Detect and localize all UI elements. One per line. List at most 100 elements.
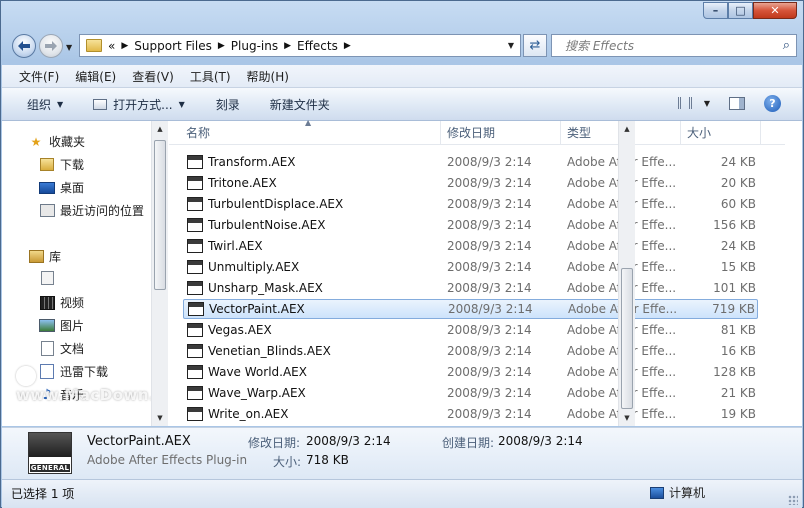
column-date[interactable]: 修改日期 <box>441 121 561 144</box>
aex-file-icon <box>187 344 203 358</box>
nav-videos[interactable]: 视频 <box>39 294 84 311</box>
nav-downloads[interactable]: 下载 <box>39 156 84 173</box>
file-row[interactable]: TurbulentDisplace.AEX 2008/9/3 2:14 Adobe … <box>183 194 758 214</box>
open-with-button[interactable]: 打开方式... ▼ <box>93 96 185 113</box>
nav-pictures[interactable]: 图片 <box>39 317 84 334</box>
file-name: VectorPaint.AEX <box>209 302 305 316</box>
file-date: 2008/9/3 2:14 <box>447 260 532 274</box>
file-name: Tritone.AEX <box>208 176 277 190</box>
chevron-right-icon[interactable]: ▶ <box>121 41 128 51</box>
scroll-up-arrow[interactable]: ▲ <box>619 121 635 137</box>
back-button[interactable] <box>12 34 36 58</box>
scrollbar-thumb[interactable] <box>621 268 633 409</box>
file-row[interactable]: Tritone.AEX2008/9/3 2:14Adobe After Effe… <box>183 173 758 193</box>
nav-libraries[interactable]: 库 <box>28 248 61 265</box>
file-size: 81 KB <box>720 323 756 337</box>
detail-size-value: 718 KB <box>306 453 349 467</box>
file-row[interactable]: Vegas.AEX2008/9/3 2:14Adobe After Effe..… <box>183 320 758 340</box>
nav-generic-item[interactable] <box>39 271 60 285</box>
new-folder-button[interactable]: 新建文件夹 <box>270 96 330 113</box>
resize-grip[interactable] <box>788 495 798 505</box>
file-size: 101 KB <box>713 281 756 295</box>
organize-button[interactable]: 组织 ▼ <box>27 96 63 113</box>
menu-file[interactable]: 文件(F) <box>2 68 67 85</box>
file-row[interactable]: Unmultiply.AEX2008/9/3 2:14Adobe After E… <box>183 257 758 277</box>
chevron-down-icon: ▼ <box>703 98 710 108</box>
file-row[interactable]: Wave World.AEX2008/9/3 2:14Adobe After E… <box>183 362 758 382</box>
open-with-label: 打开方式... <box>113 97 173 112</box>
chevron-right-icon[interactable]: ▶ <box>284 41 291 51</box>
chevron-right-icon[interactable]: ▶ <box>218 41 225 51</box>
maximize-button[interactable]: □ <box>728 2 753 19</box>
content-area: ★ 收藏夹 下载 桌面 最近访问的位置 库 视频 图片 文档 迅雷下载 ♪ 音乐… <box>2 118 802 426</box>
breadcrumb-item[interactable]: Plug-ins <box>231 39 278 53</box>
thunder-download-icon <box>39 364 55 379</box>
menu-edit[interactable]: 编辑(E) <box>67 68 124 85</box>
address-bar[interactable]: « ▶ Support Files ▶ Plug-ins ▶ Effects ▶… <box>79 34 521 57</box>
column-label: 大小 <box>687 126 712 140</box>
nav-label: 文档 <box>60 342 85 356</box>
nav-label: 最近访问的位置 <box>60 204 145 218</box>
menu-help[interactable]: 帮助(H) <box>239 68 297 85</box>
file-size: 60 KB <box>720 197 756 211</box>
search-input[interactable] <box>563 37 767 54</box>
file-row[interactable]: Wave_Warp.AEX2008/9/3 2:14Adobe After Ef… <box>183 383 758 403</box>
chevron-right-icon[interactable]: ▶ <box>344 41 351 51</box>
file-date: 2008/9/3 2:14 <box>447 365 532 379</box>
scroll-up-arrow[interactable]: ▲ <box>152 121 168 137</box>
address-dropdown[interactable]: ▼ <box>502 35 520 56</box>
refresh-button[interactable]: ⇄ <box>523 34 547 57</box>
file-date: 2008/9/3 2:14 <box>447 176 532 190</box>
detail-created-value: 2008/9/3 2:14 <box>498 434 583 448</box>
scroll-down-arrow[interactable]: ▼ <box>152 410 168 426</box>
chevron-down-icon: ▼ <box>178 99 185 109</box>
breadcrumb-item[interactable]: Effects <box>297 39 338 53</box>
column-name[interactable]: ▲ 名称 <box>169 118 441 144</box>
help-button[interactable]: ? <box>764 95 781 112</box>
star-icon: ★ <box>30 134 42 149</box>
search-box[interactable]: ⌕ <box>551 34 797 57</box>
navigation-scrollbar[interactable]: ▲ ▼ <box>151 121 168 426</box>
close-button[interactable]: ✕ <box>753 2 797 19</box>
breadcrumb-item[interactable]: Support Files <box>134 39 212 53</box>
search-icon[interactable]: ⌕ <box>783 38 790 53</box>
nav-thunder-downloads[interactable]: 迅雷下载 <box>39 363 108 380</box>
file-row[interactable]: VectorPaint.AEX2008/9/3 2:14Adobe After … <box>183 299 758 319</box>
nav-desktop[interactable]: 桌面 <box>39 179 84 196</box>
file-size: 24 KB <box>720 239 756 253</box>
scroll-down-arrow[interactable]: ▼ <box>619 410 635 426</box>
caption-buttons: – □ ✕ <box>703 2 797 19</box>
file-row[interactable]: Transform.AEX2008/9/3 2:14Adobe After Ef… <box>183 152 758 172</box>
command-bar: 组织 ▼ 打开方式... ▼ 刻录 新建文件夹 ▼ ? <box>2 88 802 121</box>
column-size[interactable]: 大小 <box>681 121 761 144</box>
nav-label: 图片 <box>60 319 85 333</box>
nav-documents[interactable]: 文档 <box>39 340 84 357</box>
file-row[interactable]: Unsharp_Mask.AEX2008/9/3 2:14Adobe After… <box>183 278 758 298</box>
detail-modified-value: 2008/9/3 2:14 <box>306 434 391 448</box>
minimize-button[interactable]: – <box>703 2 728 19</box>
menu-view[interactable]: 查看(V) <box>124 68 182 85</box>
breadcrumb-overflow[interactable]: « <box>108 39 115 53</box>
recent-pages-dropdown[interactable]: ▼ <box>66 43 72 52</box>
status-location-label: 计算机 <box>669 486 706 500</box>
nav-label: 音乐 <box>60 388 85 402</box>
nav-favorites[interactable]: ★ 收藏夹 <box>28 133 85 150</box>
burn-button[interactable]: 刻录 <box>216 96 240 113</box>
file-row[interactable]: Twirl.AEX2008/9/3 2:14Adobe After Effe..… <box>183 236 758 256</box>
change-view-button[interactable]: ▼ <box>677 97 710 109</box>
file-list-scrollbar[interactable]: ▲ ▼ <box>618 121 635 426</box>
nav-music[interactable]: ♪ 音乐 <box>39 386 84 403</box>
refresh-icon: ⇄ <box>529 38 541 53</box>
nav-recent-places[interactable]: 最近访问的位置 <box>39 202 144 219</box>
file-name: Write_on.AEX <box>208 407 289 421</box>
file-name: Unmultiply.AEX <box>208 260 300 274</box>
file-row[interactable]: Write_on.AEX2008/9/3 2:14Adobe After Eff… <box>183 404 758 424</box>
nav-label: 收藏夹 <box>49 135 86 149</box>
scrollbar-thumb[interactable] <box>154 140 166 290</box>
file-name: Unsharp_Mask.AEX <box>208 281 323 295</box>
menu-tools[interactable]: 工具(T) <box>182 68 239 85</box>
file-row[interactable]: Venetian_Blinds.AEX2008/9/3 2:14Adobe Af… <box>183 341 758 361</box>
file-row[interactable]: TurbulentNoise.AEX2008/9/3 2:14Adobe Aft… <box>183 215 758 235</box>
forward-button[interactable] <box>39 34 63 58</box>
preview-pane-toggle[interactable] <box>729 97 745 110</box>
